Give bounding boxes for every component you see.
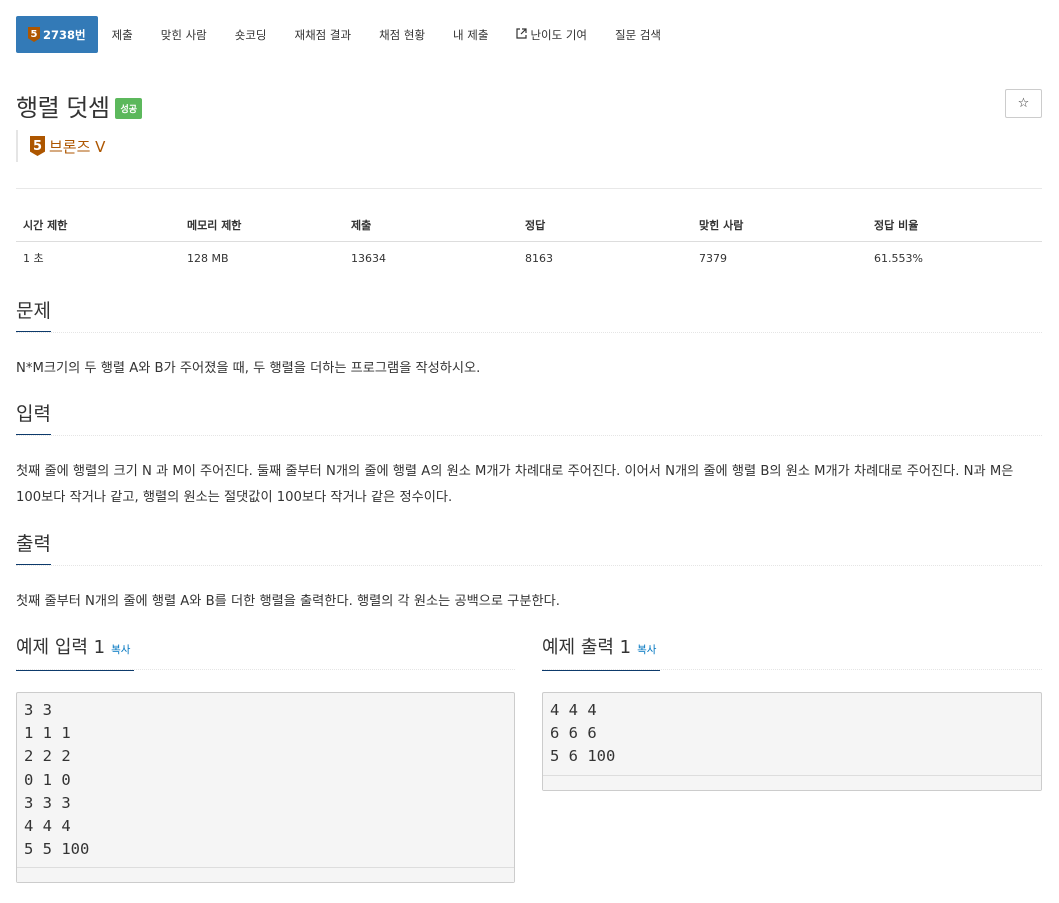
sample-output-text: 4 4 4 6 6 6 5 6 100 (550, 701, 616, 766)
tab-judge-status[interactable]: 채점 현황 (365, 16, 439, 53)
tab-solved-users[interactable]: 맞힌 사람 (147, 16, 221, 53)
tab-rejudge-results[interactable]: 재채점 결과 (281, 16, 366, 53)
tier-label[interactable]: 브론즈 V (49, 136, 105, 157)
sample-output-header: 예제 출력 1 복사 (542, 636, 1042, 671)
bronze-tier-icon: 5 (30, 136, 45, 156)
bronze-tier-icon: 5 (28, 27, 40, 42)
tier-row: 5 브론즈 V (16, 130, 105, 162)
tab-question-search[interactable]: 질문 검색 (601, 16, 675, 53)
table-cell: 1 초 (23, 252, 44, 265)
input-section-header: 입력 (16, 402, 1042, 436)
table-header: 정답 (518, 209, 692, 242)
sample-input-box[interactable]: 3 3 1 1 1 2 2 2 0 1 0 3 3 3 4 4 4 5 5 10… (16, 692, 515, 884)
star-button[interactable]: ☆ (1005, 89, 1042, 118)
status-badge: 성공 (115, 98, 143, 119)
output-section-header: 출력 (16, 532, 1042, 566)
table-header: 메모리 제한 (180, 209, 344, 242)
sample-input-header: 예제 입력 1 복사 (16, 636, 515, 671)
sample-input-text: 3 3 1 1 1 2 2 2 0 1 0 3 3 3 4 4 4 5 5 10… (24, 701, 90, 859)
sample-input-heading: 예제 입력 1 복사 (16, 636, 135, 671)
sample-output-column: 예제 출력 1 복사 4 4 4 6 6 6 5 6 100 (542, 636, 1042, 791)
input-description: 첫째 줄에 행렬의 크기 N 과 M이 주어진다. 둘째 줄부터 N개의 줄에 … (16, 464, 1014, 505)
copy-input-button[interactable]: 복사 (111, 644, 130, 656)
divider (16, 188, 1042, 189)
problem-heading: 문제 (16, 299, 51, 332)
output-description: 첫째 줄부터 N개의 줄에 행렬 A와 B를 더한 행렬을 출력한다. 행렬의 … (16, 594, 560, 609)
problem-description: N*M크기의 두 행렬 A와 B가 주어졌을 때, 두 행렬을 더하는 프로그램… (16, 361, 481, 376)
tab-short-coding[interactable]: 숏코딩 (221, 16, 281, 53)
sample-output-title: 예제 출력 1 (542, 637, 632, 658)
table-header: 시간 제한 (16, 209, 180, 242)
table-cell: 7379 (699, 251, 727, 265)
input-heading: 입력 (16, 402, 51, 435)
sample-input-column: 예제 입력 1 복사 3 3 1 1 1 2 2 2 0 1 0 3 3 3 4 … (16, 636, 515, 884)
table-cell: 13634 (351, 251, 386, 265)
tab-my-submissions[interactable]: 내 제출 (439, 16, 502, 53)
horizontal-scrollbar[interactable] (17, 867, 514, 883)
problem-title: 행렬 덧셈 (16, 94, 110, 122)
table-header: 정답 비율 (867, 209, 1042, 242)
title-row: 행렬 덧셈 성공 (16, 88, 143, 123)
tab-problem-label: 2738번 (43, 27, 86, 42)
output-heading: 출력 (16, 532, 51, 565)
tab-difficulty-contribution[interactable]: 난이도 기여 (502, 16, 601, 53)
problem-menu-tabs: 5 2738번 제출 맞힌 사람 숏코딩 재채점 결과 채점 현황 내 제출 난… (16, 16, 675, 53)
table-header: 맞힌 사람 (692, 209, 867, 242)
copy-output-button[interactable]: 복사 (637, 644, 656, 656)
sample-output-heading: 예제 출력 1 복사 (542, 636, 661, 671)
table-row: 1 초 128 MB 13634 8163 7379 61.553% (16, 242, 1042, 275)
sample-input-title: 예제 입력 1 (16, 637, 106, 658)
table-header: 제출 (344, 209, 518, 242)
table-cell: 8163 (525, 251, 553, 265)
tab-problem[interactable]: 5 2738번 (16, 16, 98, 53)
external-link-icon (516, 27, 528, 42)
tab-submit[interactable]: 제출 (98, 16, 147, 53)
tab-difficulty-label: 난이도 기여 (530, 27, 588, 42)
table-header-row: 시간 제한 메모리 제한 제출 정답 맞힌 사람 정답 비율 (16, 209, 1042, 242)
problem-info-table: 시간 제한 메모리 제한 제출 정답 맞힌 사람 정답 비율 1 초 128 M… (16, 209, 1042, 274)
table-cell: 61.553% (874, 251, 923, 265)
problem-section-header: 문제 (16, 299, 1042, 333)
table-cell: 128 MB (187, 251, 229, 265)
horizontal-scrollbar[interactable] (543, 774, 1041, 790)
sample-output-box[interactable]: 4 4 4 6 6 6 5 6 100 (542, 692, 1042, 791)
